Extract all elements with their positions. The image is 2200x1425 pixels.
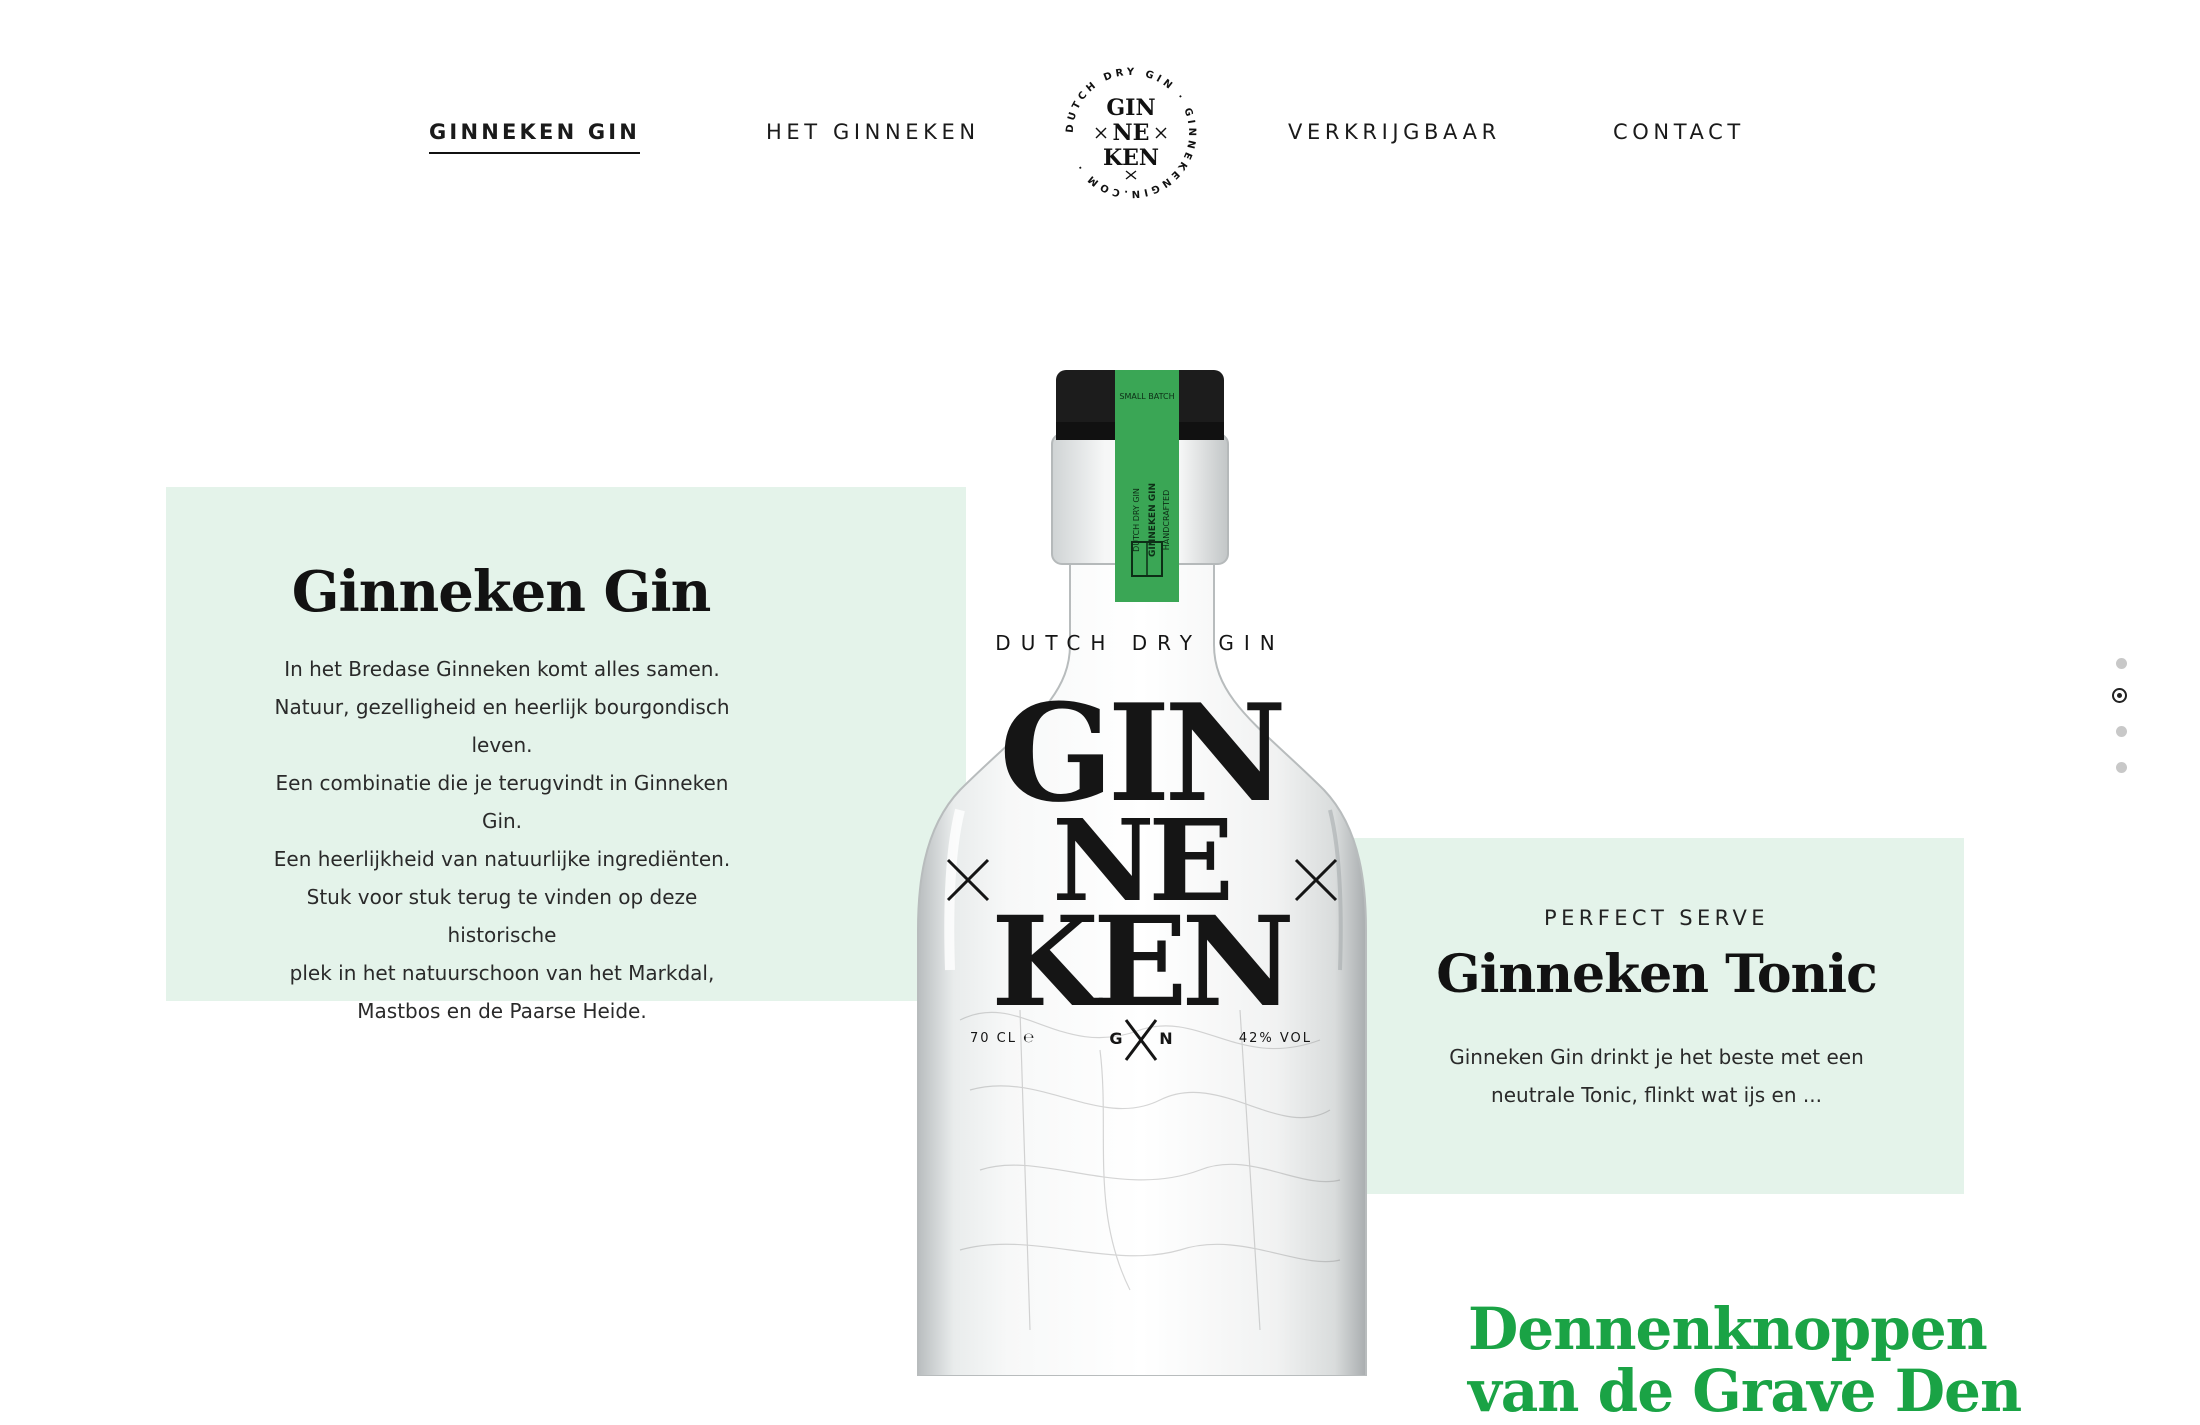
teaser-line-2: van de Grave Den xyxy=(1468,1357,2022,1425)
intro-line: Natuur, gezelligheid en heerlijk bourgon… xyxy=(274,695,730,757)
nav-contact[interactable]: CONTACT xyxy=(1613,120,1745,152)
logo-gin: GIN xyxy=(1106,95,1155,121)
intro-line: In het Bredase Ginneken komt alles samen… xyxy=(284,657,720,681)
gin-bottle-image: SMALL BATCH DUTCH DRY GIN GINNEKEN GIN H… xyxy=(917,370,1367,1376)
serve-line: neutrale Tonic, flinkt wat ijs en ... xyxy=(1491,1083,1822,1107)
label-volume: 70 CL ℮ xyxy=(970,1031,1036,1046)
nav-ginneken-gin[interactable]: GINNEKEN GIN xyxy=(429,120,641,154)
site-logo[interactable]: DUTCH DRY GIN · GINNEKENGIN.COM · GIN NE… xyxy=(1060,62,1202,204)
label-abv: 42% VOL xyxy=(1239,1031,1312,1046)
perfect-serve-panel: PERFECT SERVE Ginneken Tonic Ginneken Gi… xyxy=(1349,838,1964,1194)
teaser-line-1: Dennenknoppen xyxy=(1468,1295,1988,1363)
section-dot-1[interactable] xyxy=(2116,658,2127,669)
dennenknoppen-heading[interactable]: Dennenknoppen van de Grave Den xyxy=(1468,1295,2022,1425)
label-mono-g: G xyxy=(1109,1029,1122,1048)
perfect-serve-title[interactable]: Ginneken Tonic xyxy=(1349,944,1964,1005)
section-dot-4[interactable] xyxy=(2116,762,2127,773)
intro-panel: Ginneken Gin In het Bredase Ginneken kom… xyxy=(166,487,966,1023)
label-ken: KEN xyxy=(991,890,1290,1035)
intro-line: plek in het natuurschoon van het Markdal… xyxy=(289,961,715,985)
seal-small-batch: SMALL BATCH xyxy=(1119,392,1174,401)
serve-line: Ginneken Gin drinkt je het beste met een xyxy=(1449,1045,1864,1069)
logo-ken: KEN xyxy=(1103,145,1159,171)
intro-line: Een combinatie die je terugvindt in Ginn… xyxy=(275,771,729,833)
seal-line-3: HANDCRAFTED xyxy=(1162,490,1171,551)
intro-text: In het Bredase Ginneken komt alles samen… xyxy=(266,650,738,1030)
section-dots-nav xyxy=(2112,652,2132,773)
section-dot-3[interactable] xyxy=(2116,726,2127,737)
intro-line: Stuk voor stuk terug te vinden op deze h… xyxy=(306,885,698,947)
perfect-serve-text: Ginneken Gin drinkt je het beste met een… xyxy=(1349,1038,1964,1114)
nav-verkrijgbaar[interactable]: VERKRIJGBAAR xyxy=(1288,120,1501,152)
label-mono-n: N xyxy=(1159,1029,1172,1048)
logo-ne: NE xyxy=(1113,120,1150,146)
label-dutch-dry-gin: DUTCH DRY GIN xyxy=(995,631,1284,655)
nav-het-ginneken[interactable]: HET GINNEKEN xyxy=(766,120,980,152)
seal-line-2: GINNEKEN GIN xyxy=(1148,483,1158,557)
intro-title: Ginneken Gin xyxy=(291,559,712,625)
perfect-serve-kicker: PERFECT SERVE xyxy=(1544,906,1769,930)
intro-line: Mastbos en de Paarse Heide. xyxy=(357,999,647,1023)
section-dot-2[interactable] xyxy=(2112,688,2127,703)
intro-line: Een heerlijkheid van natuurlijke ingredi… xyxy=(273,847,731,871)
